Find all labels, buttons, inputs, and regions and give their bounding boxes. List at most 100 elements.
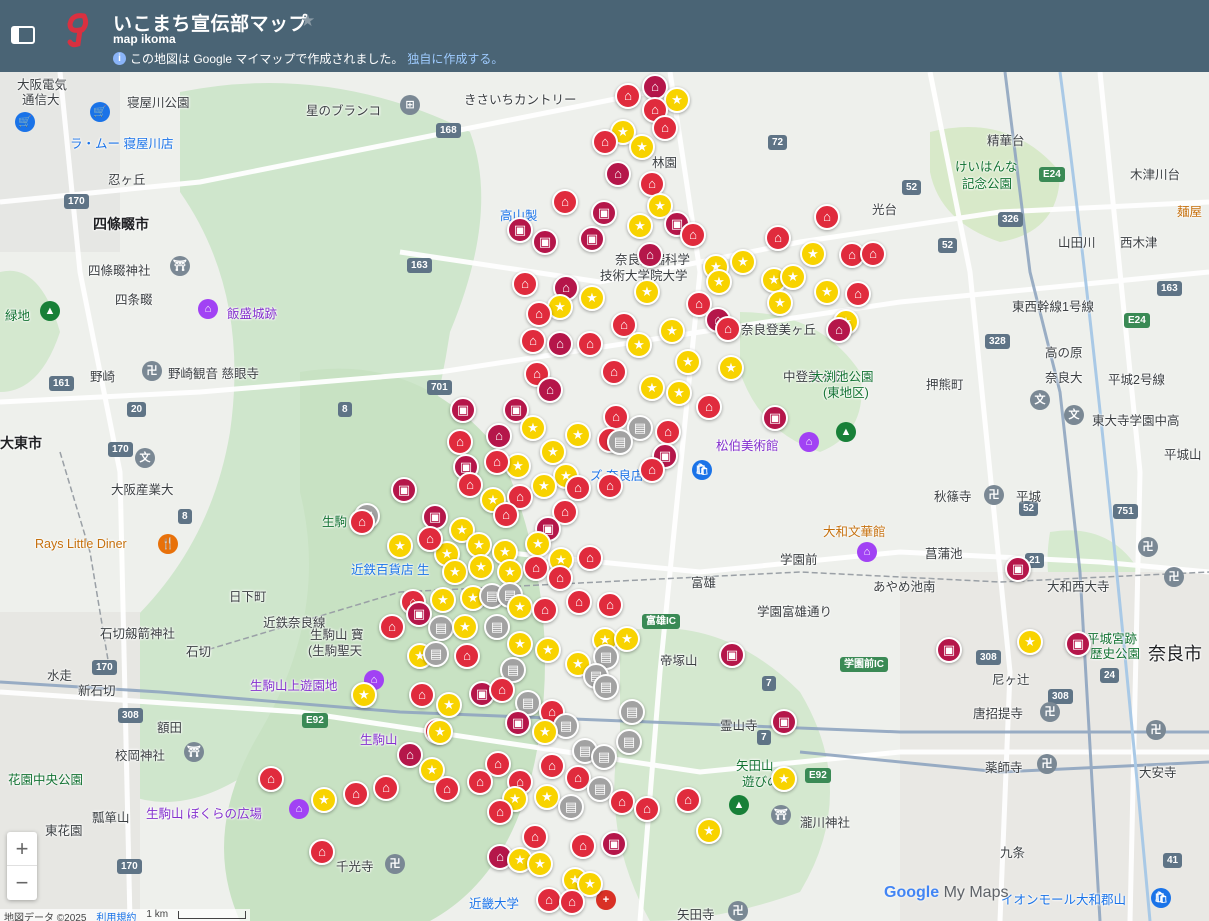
star-marker-122[interactable]: ★ (614, 626, 640, 652)
poi-icon-18[interactable]: 文 (1030, 390, 1050, 410)
star-marker-118[interactable]: ★ (507, 631, 533, 657)
poi-icon-22[interactable]: 卍 (1040, 702, 1060, 722)
house-marker-134[interactable]: ⌂ (489, 677, 515, 703)
house-marker-164[interactable]: ⌂ (634, 796, 660, 822)
house-marker-47[interactable]: ⌂ (547, 331, 573, 357)
house-marker-169[interactable]: ⌂ (522, 824, 548, 850)
bag-marker-16[interactable]: ▣ (507, 217, 533, 243)
house-marker-112[interactable]: ⌂ (597, 592, 623, 618)
house-marker-53[interactable]: ⌂ (601, 359, 627, 385)
poi-icon-13[interactable]: 🛍 (692, 460, 712, 480)
house-marker-83[interactable]: ⌂ (597, 473, 623, 499)
poi-icon-14[interactable]: ⌂ (799, 432, 819, 452)
star-marker-77[interactable]: ★ (531, 473, 557, 499)
map-canvas[interactable]: 170 168 163 72 52 326 E24 52 163 E24 328 161 701 20 8 1… (0, 72, 1209, 921)
poi-icon-19[interactable]: 文 (1064, 405, 1084, 425)
bag-marker-58[interactable]: ▣ (450, 397, 476, 423)
star-marker-182[interactable]: ★ (1017, 629, 1043, 655)
house-marker-153[interactable]: ⌂ (467, 769, 493, 795)
star-marker-132[interactable]: ★ (436, 692, 462, 718)
create-own-link[interactable]: 独自に作成する。 (407, 50, 503, 67)
poi-icon-15[interactable]: ▲ (836, 422, 856, 442)
shop-marker-69[interactable]: ▤ (607, 429, 633, 455)
house-marker-5[interactable]: ⌂ (652, 115, 678, 141)
bag-marker-181[interactable]: ▣ (1005, 556, 1031, 582)
poi-icon-4[interactable]: ⌂ (198, 299, 218, 319)
star-marker-130[interactable]: ★ (351, 682, 377, 708)
bag-marker-57[interactable]: ▣ (762, 405, 788, 431)
star-marker-105[interactable]: ★ (430, 587, 456, 613)
poi-icon-25[interactable]: ⛩ (771, 805, 791, 825)
house-marker-160[interactable]: ⌂ (373, 775, 399, 801)
shop-marker-146[interactable]: ▤ (616, 729, 642, 755)
house-marker-170[interactable]: ⌂ (570, 833, 596, 859)
house-marker-0[interactable]: ⌂ (615, 83, 641, 109)
house-marker-39[interactable]: ⌂ (826, 317, 852, 343)
shop-marker-162[interactable]: ▤ (558, 794, 584, 820)
poi-icon-17[interactable]: 卍 (984, 485, 1004, 505)
shop-marker-117[interactable]: ▤ (484, 614, 510, 640)
star-marker-166[interactable]: ★ (771, 766, 797, 792)
house-marker-6[interactable]: ⌂ (592, 129, 618, 155)
house-marker-45[interactable]: ⌂ (715, 316, 741, 342)
poi-icon-8[interactable]: 🍴 (158, 534, 178, 554)
star-marker-70[interactable]: ★ (540, 439, 566, 465)
star-marker-94[interactable]: ★ (525, 531, 551, 557)
star-marker-155[interactable]: ★ (534, 784, 560, 810)
star-marker-23[interactable]: ★ (800, 241, 826, 267)
house-marker-131[interactable]: ⌂ (409, 682, 435, 708)
star-marker-43[interactable]: ★ (659, 318, 685, 344)
shop-marker-129[interactable]: ▤ (593, 674, 619, 700)
star-marker-21[interactable]: ★ (730, 249, 756, 275)
bag-marker-139[interactable]: ▣ (719, 642, 745, 668)
house-marker-48[interactable]: ⌂ (577, 331, 603, 357)
star-marker-90[interactable]: ★ (387, 533, 413, 559)
star-icon[interactable]: ★ (300, 11, 315, 31)
poi-icon-23[interactable]: 卍 (1146, 720, 1166, 740)
star-marker-142[interactable]: ★ (427, 719, 453, 745)
poi-icon-20[interactable]: 卍 (1138, 537, 1158, 557)
bag-marker-11[interactable]: ▣ (591, 200, 617, 226)
house-marker-61[interactable]: ⌂ (603, 404, 629, 430)
house-marker-24[interactable]: ⌂ (814, 204, 840, 230)
sidebar-toggle-icon[interactable] (10, 24, 36, 46)
star-marker-30[interactable]: ★ (814, 279, 840, 305)
house-marker-31[interactable]: ⌂ (845, 281, 871, 307)
bag-marker-18[interactable]: ▣ (579, 226, 605, 252)
shop-marker-138[interactable]: ▤ (619, 699, 645, 725)
house-marker-173[interactable]: ⌂ (309, 839, 335, 865)
house-marker-180[interactable]: ⌂ (559, 889, 585, 915)
house-marker-26[interactable]: ⌂ (860, 241, 886, 267)
poi-icon-5[interactable]: ▲ (40, 301, 60, 321)
house-marker-10[interactable]: ⌂ (552, 189, 578, 215)
star-marker-143[interactable]: ★ (532, 719, 558, 745)
star-marker-54[interactable]: ★ (639, 375, 665, 401)
star-marker-27[interactable]: ★ (706, 269, 732, 295)
house-marker-103[interactable]: ⌂ (547, 565, 573, 591)
house-marker-168[interactable]: ⌂ (487, 799, 513, 825)
terms-link[interactable]: 利用規約 (96, 909, 136, 921)
star-marker-100[interactable]: ★ (468, 554, 494, 580)
house-marker-111[interactable]: ⌂ (566, 589, 592, 615)
house-marker-126[interactable]: ⌂ (454, 643, 480, 669)
house-marker-46[interactable]: ⌂ (520, 328, 546, 354)
house-marker-79[interactable]: ⌂ (457, 472, 483, 498)
house-marker-75[interactable]: ⌂ (639, 457, 665, 483)
star-marker-13[interactable]: ★ (627, 213, 653, 239)
house-marker-163[interactable]: ⌂ (609, 789, 635, 815)
poi-icon-26[interactable]: ▲ (729, 795, 749, 815)
house-marker-87[interactable]: ⌂ (493, 502, 519, 528)
star-marker-55[interactable]: ★ (666, 380, 692, 406)
star-marker-37[interactable]: ★ (767, 290, 793, 316)
house-marker-65[interactable]: ⌂ (486, 423, 512, 449)
star-marker-29[interactable]: ★ (780, 264, 806, 290)
zoom-in-button[interactable]: + (7, 832, 37, 866)
house-marker-56[interactable]: ⌂ (696, 394, 722, 420)
poi-icon-10[interactable]: ⛩ (184, 742, 204, 762)
bag-marker-167[interactable]: ▣ (771, 709, 797, 735)
poi-icon-11[interactable]: ⌂ (289, 799, 309, 819)
house-marker-82[interactable]: ⌂ (565, 475, 591, 501)
star-marker-116[interactable]: ★ (452, 614, 478, 640)
zoom-out-button[interactable]: − (7, 866, 37, 900)
house-marker-97[interactable]: ⌂ (349, 509, 375, 535)
